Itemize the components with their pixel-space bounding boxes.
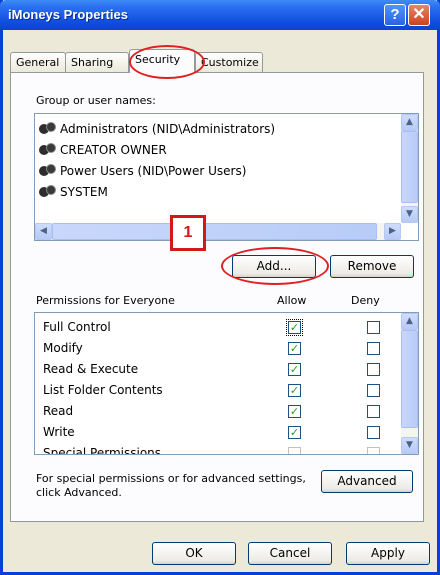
group-icon [39,185,57,199]
close-button[interactable]: ✕ [408,4,430,26]
tab-sharing[interactable]: Sharing [65,52,129,72]
allow-checkbox-list-folder[interactable]: ✓ [288,384,301,397]
permissions-label: Permissions for Everyone [36,294,175,307]
group-user-list[interactable]: Administrators (NID\Administrators) CREA… [34,113,419,241]
tab-label: General [16,56,60,69]
deny-checkbox-read-execute[interactable] [367,363,380,376]
list-item-label: CREATOR OWNER [60,143,167,157]
step-number-badge: 1 [170,215,206,251]
remove-button[interactable]: Remove [330,255,414,278]
deny-checkbox-special [367,447,380,454]
scroll-down-icon[interactable]: ▼ [401,437,418,454]
scroll-up-icon[interactable]: ▲ [401,313,418,330]
highlight-add-button [221,247,329,285]
perm-name: Special Permissions [43,446,162,455]
perm-row-modify: Modify ✓ [43,338,393,359]
advanced-help-text: For special permissions or for advanced … [36,472,306,499]
list-item-system[interactable]: SYSTEM [39,182,108,202]
list-item-label: Administrators (NID\Administrators) [60,122,276,136]
list-item-label: SYSTEM [60,185,108,199]
allow-checkbox-full-control[interactable]: ✓ [286,319,303,336]
advanced-button[interactable]: Advanced [321,470,413,493]
allow-checkbox-write[interactable]: ✓ [288,426,301,439]
perm-name: List Folder Contents [43,383,163,397]
deny-checkbox-write[interactable] [367,426,380,439]
ok-button[interactable]: OK [152,542,236,565]
close-icon: ✕ [412,6,426,23]
allow-column-header: Allow [277,294,307,307]
deny-checkbox-list-folder[interactable] [367,384,380,397]
tab-label: Sharing [71,56,114,69]
perm-row-full-control: Full Control ✓ [43,317,393,338]
deny-column-header: Deny [351,294,380,307]
group-icon [39,164,57,178]
scroll-up-icon[interactable]: ▲ [401,114,418,131]
list-item-label: Power Users (NID\Power Users) [60,164,247,178]
window-title: iMoneys Properties [8,7,128,22]
allow-checkbox-read-execute[interactable]: ✓ [288,363,301,376]
scroll-left-icon[interactable]: ◀ [35,223,52,240]
deny-checkbox-full-control[interactable] [367,321,380,334]
scroll-thumb[interactable] [401,131,418,203]
tab-customize[interactable]: Customize [195,52,263,72]
permissions-list: Full Control ✓ Modify ✓ Read & Execute ✓… [34,312,419,455]
deny-checkbox-read[interactable] [367,405,380,418]
user-list-vscrollbar[interactable]: ▲ ▼ [401,114,418,223]
cancel-button[interactable]: Cancel [248,542,332,565]
perm-name: Modify [43,341,83,355]
perm-row-special-permissions: Special Permissions [43,443,393,455]
list-item-power-users[interactable]: Power Users (NID\Power Users) [39,161,246,181]
perm-name: Full Control [43,320,111,334]
perm-row-write: Write ✓ [43,422,393,443]
group-icon [39,143,57,157]
perm-row-read: Read ✓ [43,401,393,422]
perm-name: Read [43,404,74,418]
list-item-creator-owner[interactable]: CREATOR OWNER [39,140,167,160]
perm-row-list-folder-contents: List Folder Contents ✓ [43,380,393,401]
help-button[interactable]: ? [384,4,406,26]
perm-row-read-execute: Read & Execute ✓ [43,359,393,380]
deny-checkbox-modify[interactable] [367,342,380,355]
highlight-security-tab [129,45,205,79]
scroll-down-icon[interactable]: ▼ [401,206,418,223]
perm-name: Read & Execute [43,362,139,376]
help-icon: ? [390,6,400,23]
scroll-thumb[interactable] [401,330,418,428]
allow-checkbox-read[interactable]: ✓ [288,405,301,418]
allow-checkbox-special [288,447,301,454]
group-icon [39,122,57,136]
user-list-hscrollbar[interactable]: ◀ ▶ [35,223,401,240]
scroll-thumb[interactable] [52,223,377,240]
apply-button[interactable]: Apply [346,542,430,565]
title-bar[interactable]: iMoneys Properties ? ✕ [0,0,440,30]
list-item-administrators[interactable]: Administrators (NID\Administrators) [39,119,275,139]
allow-checkbox-modify[interactable]: ✓ [288,342,301,355]
tab-general[interactable]: General [10,52,66,72]
group-names-label: Group or user names: [36,94,156,107]
tab-label: Customize [201,56,259,69]
permissions-vscrollbar[interactable]: ▲ ▼ [401,313,418,454]
perm-name: Write [43,425,75,439]
scroll-right-icon[interactable]: ▶ [384,223,401,240]
